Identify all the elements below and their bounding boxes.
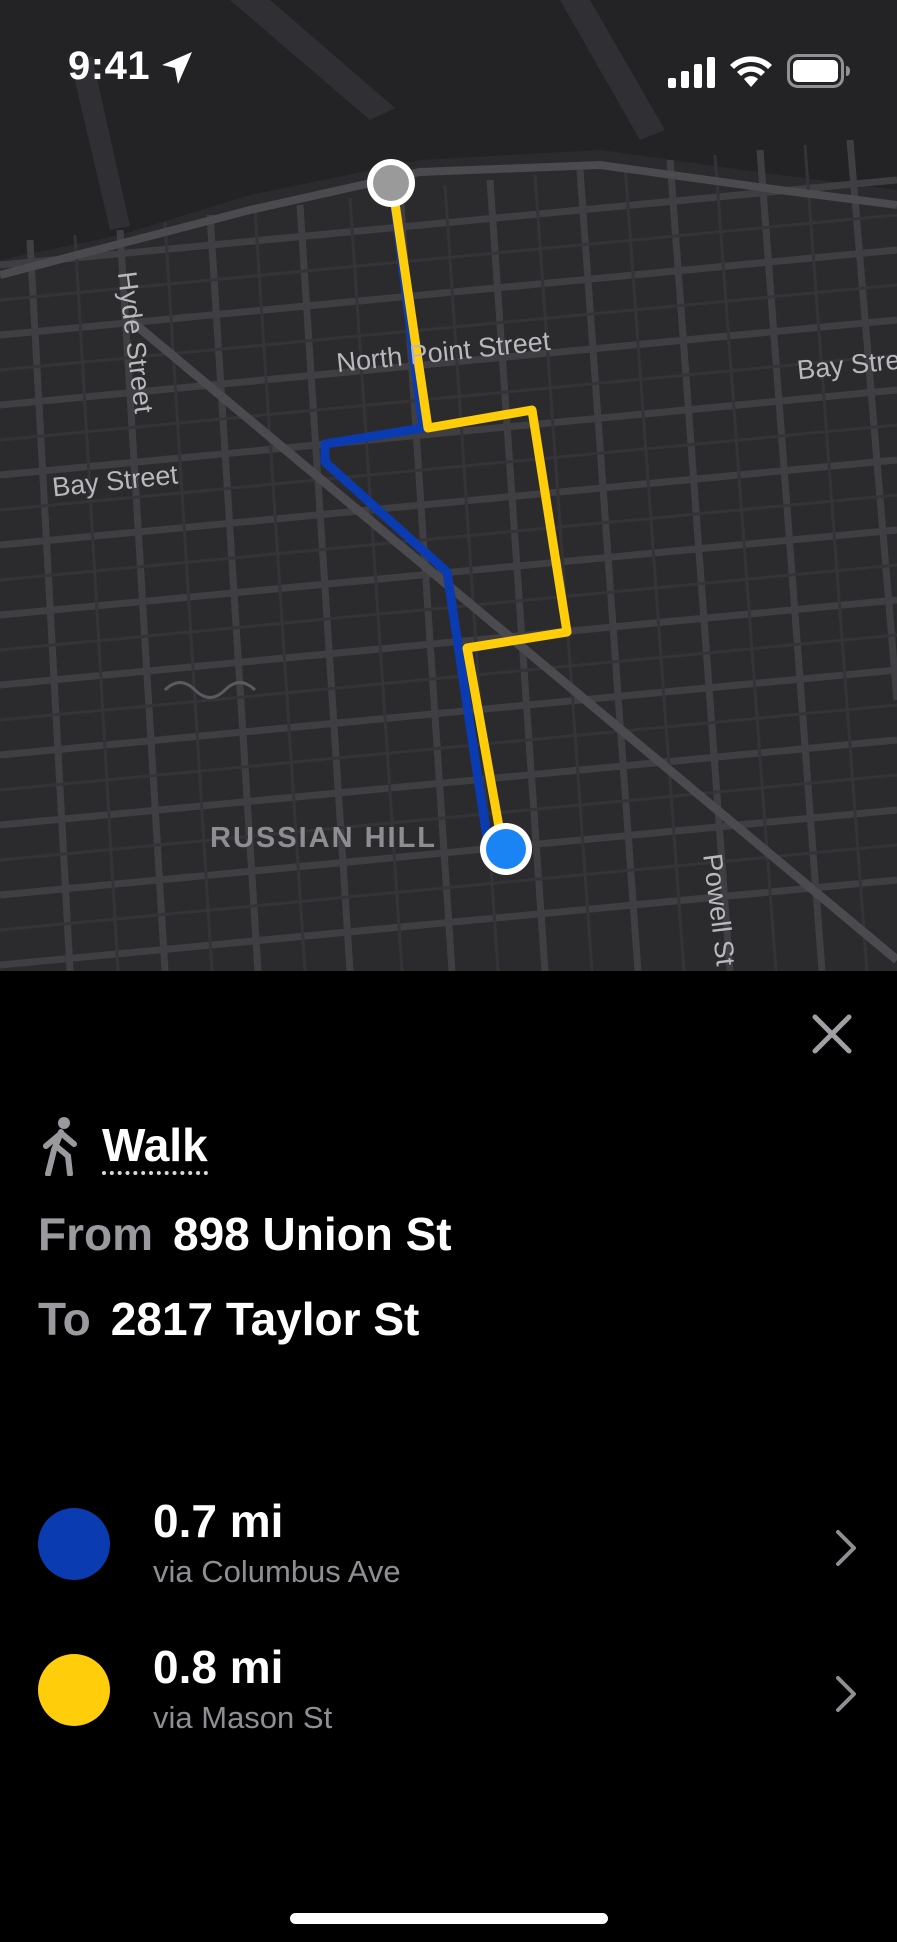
transport-mode[interactable]: Walk — [38, 1116, 208, 1181]
home-indicator[interactable] — [290, 1913, 608, 1924]
district-label: RUSSIAN HILL — [210, 822, 437, 854]
from-address[interactable]: 898 Union St — [173, 1207, 452, 1261]
status-bar: 9:41 — [0, 0, 897, 140]
map-view[interactable]: North Point Street Bay Stre Hyde Street … — [0, 0, 897, 971]
route-option-columbus[interactable]: 0.7 mi via Columbus Ave — [0, 1486, 897, 1606]
route-option-mason[interactable]: 0.8 mi via Mason St — [0, 1632, 897, 1752]
transport-mode-label[interactable]: Walk — [102, 1121, 208, 1176]
route-distance: 0.7 mi — [153, 1495, 284, 1547]
close-icon — [812, 1014, 852, 1054]
from-row[interactable]: From 898 Union St — [38, 1207, 452, 1261]
route-via: via Mason St — [153, 1700, 333, 1735]
chevron-right-icon — [834, 1674, 858, 1719]
from-label: From — [38, 1208, 153, 1260]
route-via: via Columbus Ave — [153, 1554, 401, 1589]
directions-sheet — [0, 971, 897, 1942]
route-color-dot — [38, 1654, 110, 1726]
route-color-dot — [38, 1508, 110, 1580]
to-address[interactable]: 2817 Taylor St — [111, 1292, 420, 1346]
route-distance: 0.8 mi — [153, 1641, 284, 1693]
chevron-right-icon — [834, 1528, 858, 1573]
to-row[interactable]: To 2817 Taylor St — [38, 1292, 419, 1346]
status-time: 9:41 — [68, 44, 151, 88]
close-button[interactable] — [808, 1010, 856, 1058]
to-label: To — [38, 1293, 91, 1345]
walking-person-icon — [38, 1116, 84, 1181]
